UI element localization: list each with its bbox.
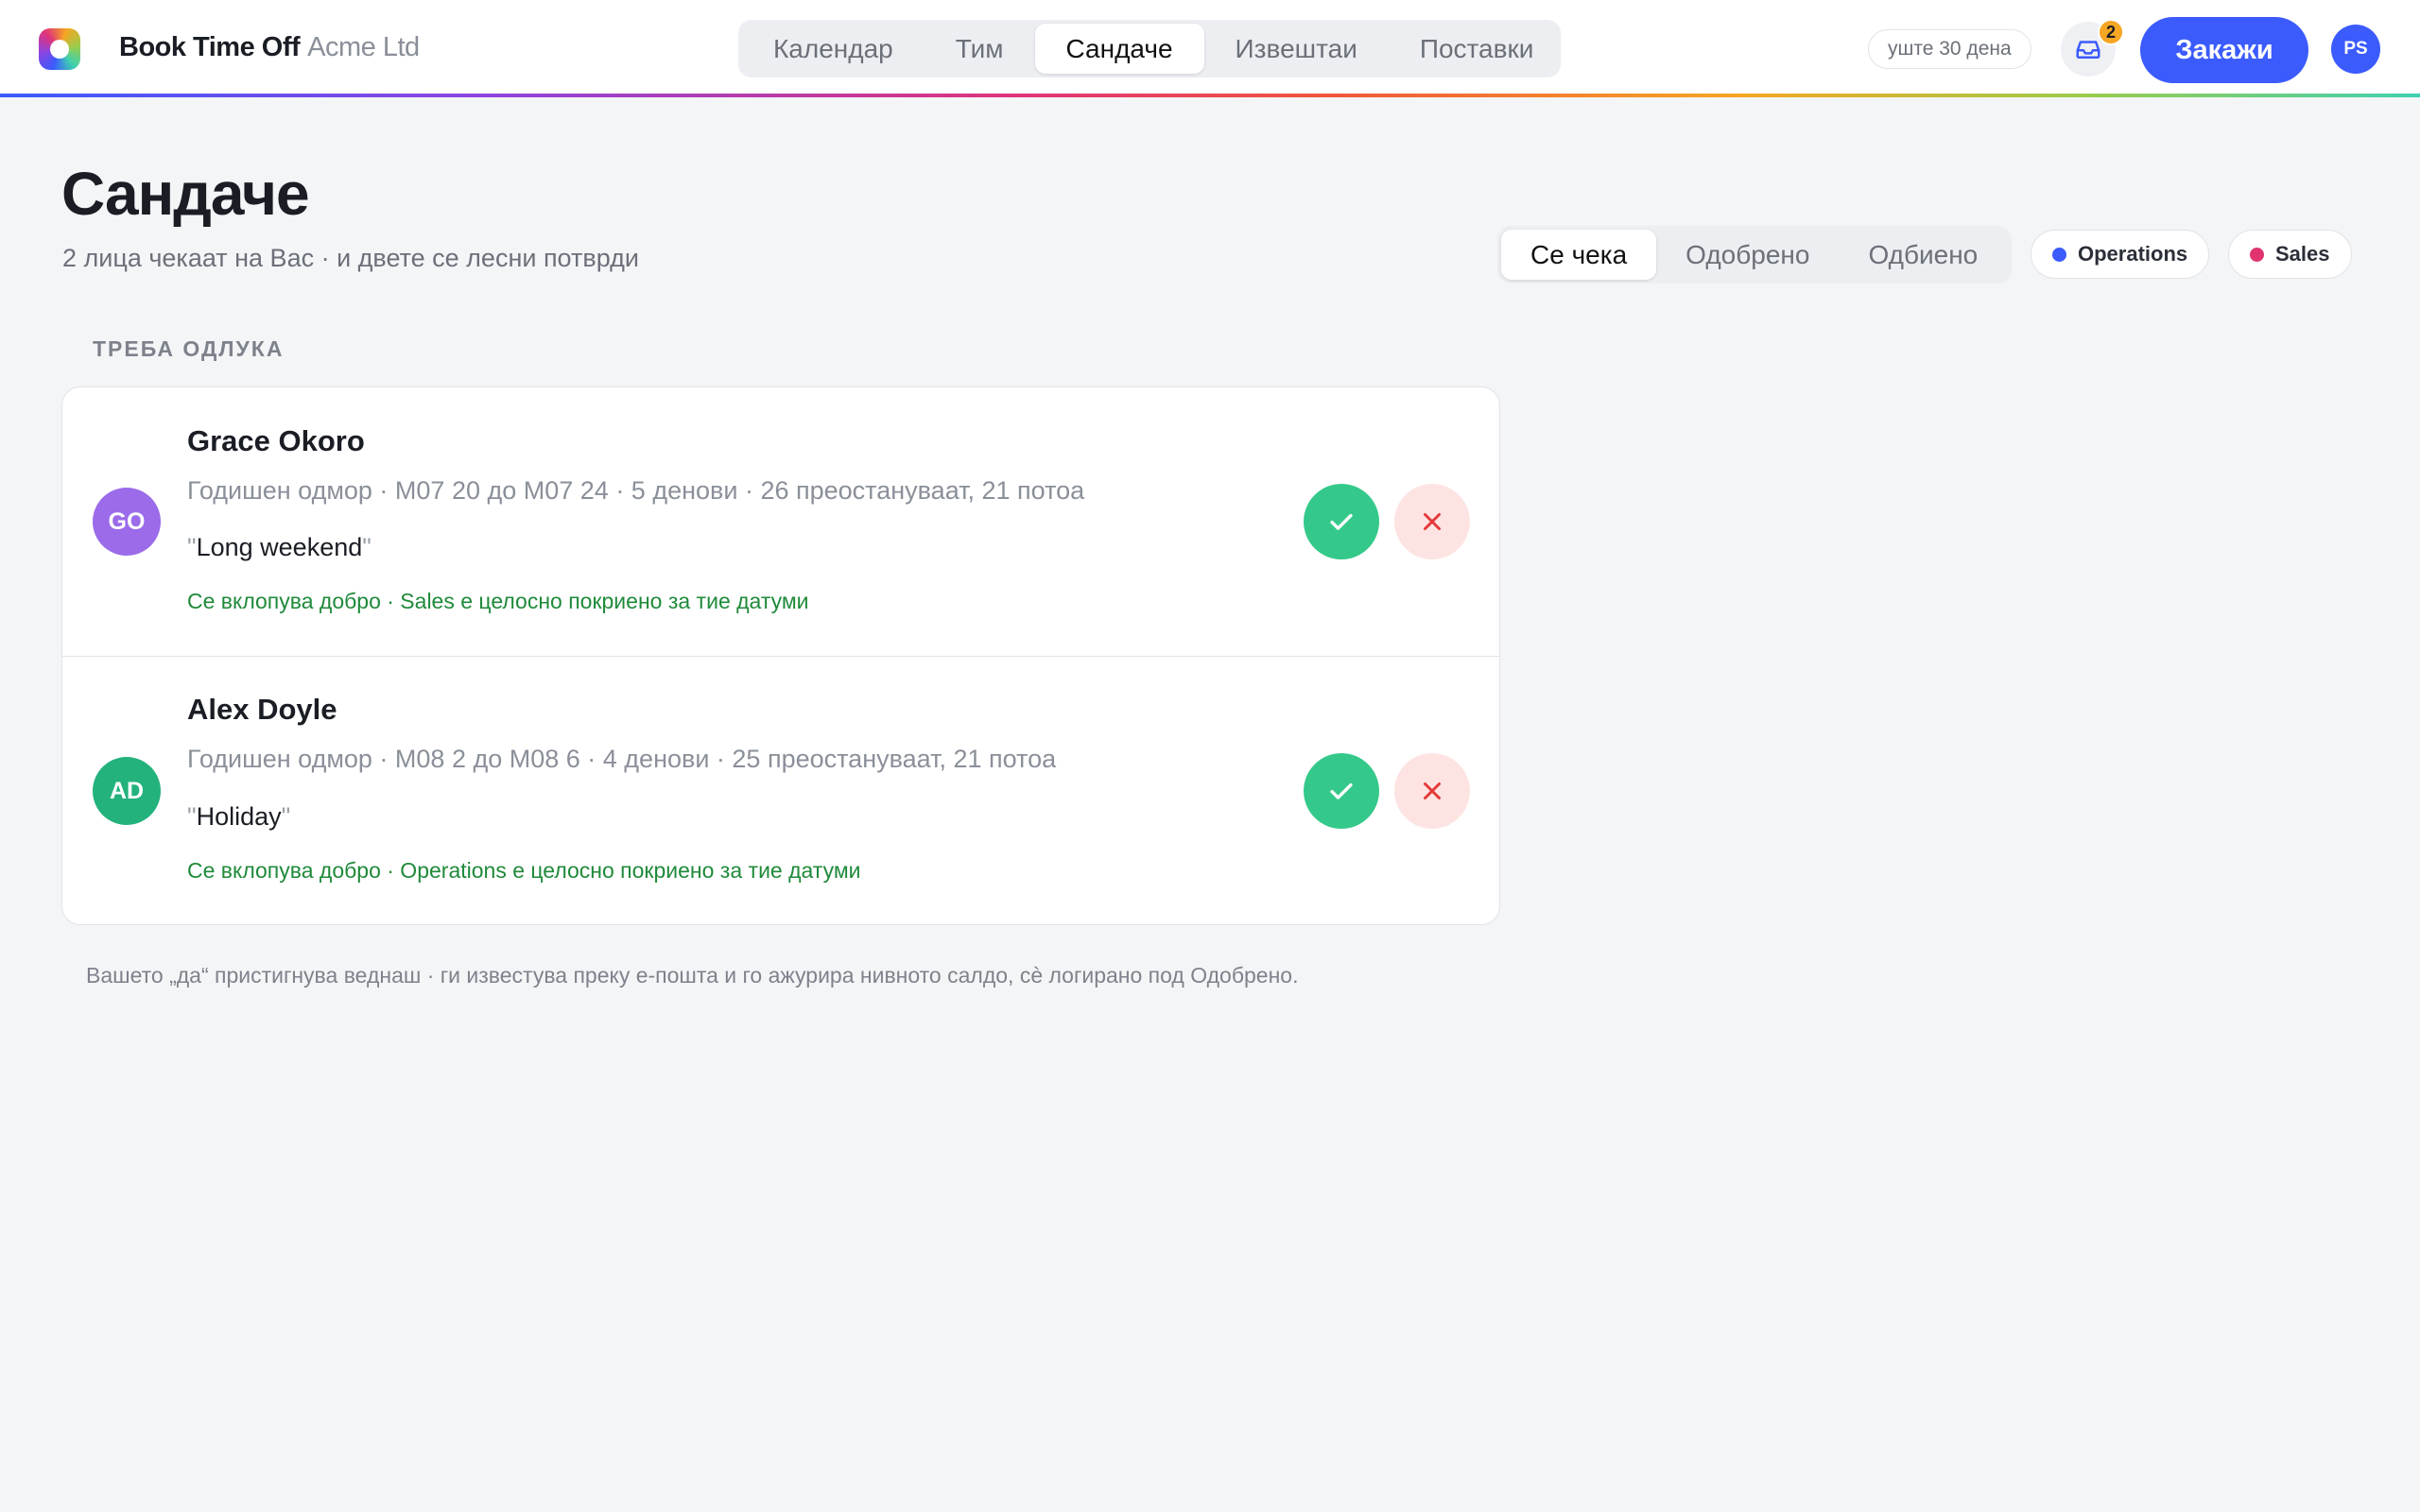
- main-nav: Календар Тим Сандаче Извештаи Поставки: [738, 20, 1561, 77]
- approve-button[interactable]: [1304, 753, 1379, 829]
- request-note: "Holiday": [187, 802, 291, 831]
- nav-tab-team[interactable]: Тим: [925, 24, 1035, 74]
- requester-name: Grace Okoro: [187, 424, 365, 457]
- brand: Book Time Off Acme Ltd: [119, 32, 420, 63]
- nav-tab-reports[interactable]: Извештаи: [1204, 24, 1389, 74]
- requests-card: GO Grace Okoro Годишен одмор · M07 20 до…: [61, 387, 1500, 925]
- avatar: AD: [93, 757, 161, 825]
- book-time-off-button[interactable]: Закажи: [2140, 17, 2308, 83]
- user-avatar[interactable]: PS: [2331, 25, 2380, 74]
- team-chip-operations[interactable]: Operations: [2031, 230, 2210, 279]
- check-icon: [1330, 782, 1353, 799]
- app-logo-icon[interactable]: [39, 28, 80, 70]
- coverage-status: Се вклопува добро · Sales е целосно покр…: [187, 589, 809, 613]
- filter-tab-approved[interactable]: Одобрено: [1656, 230, 1839, 280]
- avatar: GO: [93, 488, 161, 556]
- header-gradient-divider: [0, 94, 2420, 97]
- section-label: ТРЕБА ОДЛУКА: [93, 336, 285, 361]
- operations-dot-icon: [2052, 247, 2066, 262]
- app-name: Book Time Off: [119, 32, 301, 62]
- page-subtitle: 2 лица чекаат на Вас · и двете се лесни …: [62, 244, 639, 272]
- page-title: Сандаче: [61, 160, 310, 228]
- check-icon: [1330, 513, 1353, 530]
- request-row: AD Alex Doyle Годишен одмор · M08 2 до M…: [62, 656, 1499, 924]
- filter-tab-pending[interactable]: Се чека: [1501, 230, 1657, 280]
- approve-button[interactable]: [1304, 484, 1379, 559]
- coverage-status: Се вклопува добро · Operations е целосно…: [187, 858, 861, 883]
- footnote: Вашето „да“ пристигнува веднаш · ги изве…: [86, 963, 1299, 988]
- nav-tab-inbox[interactable]: Сандаче: [1034, 24, 1204, 74]
- team-chip-label: Operations: [2078, 242, 2188, 266]
- inbox-count-badge: 2: [2098, 19, 2124, 45]
- deny-button[interactable]: [1394, 484, 1470, 559]
- request-row: GO Grace Okoro Годишен одмор · M07 20 до…: [62, 387, 1499, 656]
- team-chip-sales[interactable]: Sales: [2228, 230, 2352, 279]
- request-details: Годишен одмор · M08 2 до M08 6 · 4 денов…: [187, 745, 1057, 773]
- filter-tab-denied[interactable]: Одбиено: [1839, 230, 2007, 280]
- close-icon: [1424, 782, 1441, 799]
- requester-name: Alex Doyle: [187, 693, 337, 726]
- trial-badge: уште 30 дена: [1868, 29, 2031, 69]
- sales-dot-icon: [2250, 247, 2264, 262]
- request-note-text: Holiday: [196, 802, 282, 831]
- top-bar: Book Time Off Acme Ltd Календар Тим Санда…: [0, 0, 2420, 96]
- status-filter-tabs: Се чека Одобрено Одбиено: [1497, 226, 2012, 284]
- team-chip-label: Sales: [2275, 242, 2330, 266]
- deny-button[interactable]: [1394, 753, 1470, 829]
- request-note-text: Long weekend: [196, 533, 363, 561]
- inbox-icon: [2076, 41, 2100, 59]
- org-name: Acme Ltd: [307, 32, 420, 62]
- nav-tab-calendar[interactable]: Календар: [742, 24, 925, 74]
- request-note: "Long weekend": [187, 533, 372, 561]
- nav-tab-settings[interactable]: Поставки: [1389, 24, 1565, 74]
- request-details: Годишен одмор · M07 20 до M07 24 · 5 ден…: [187, 476, 1085, 505]
- close-icon: [1424, 513, 1441, 530]
